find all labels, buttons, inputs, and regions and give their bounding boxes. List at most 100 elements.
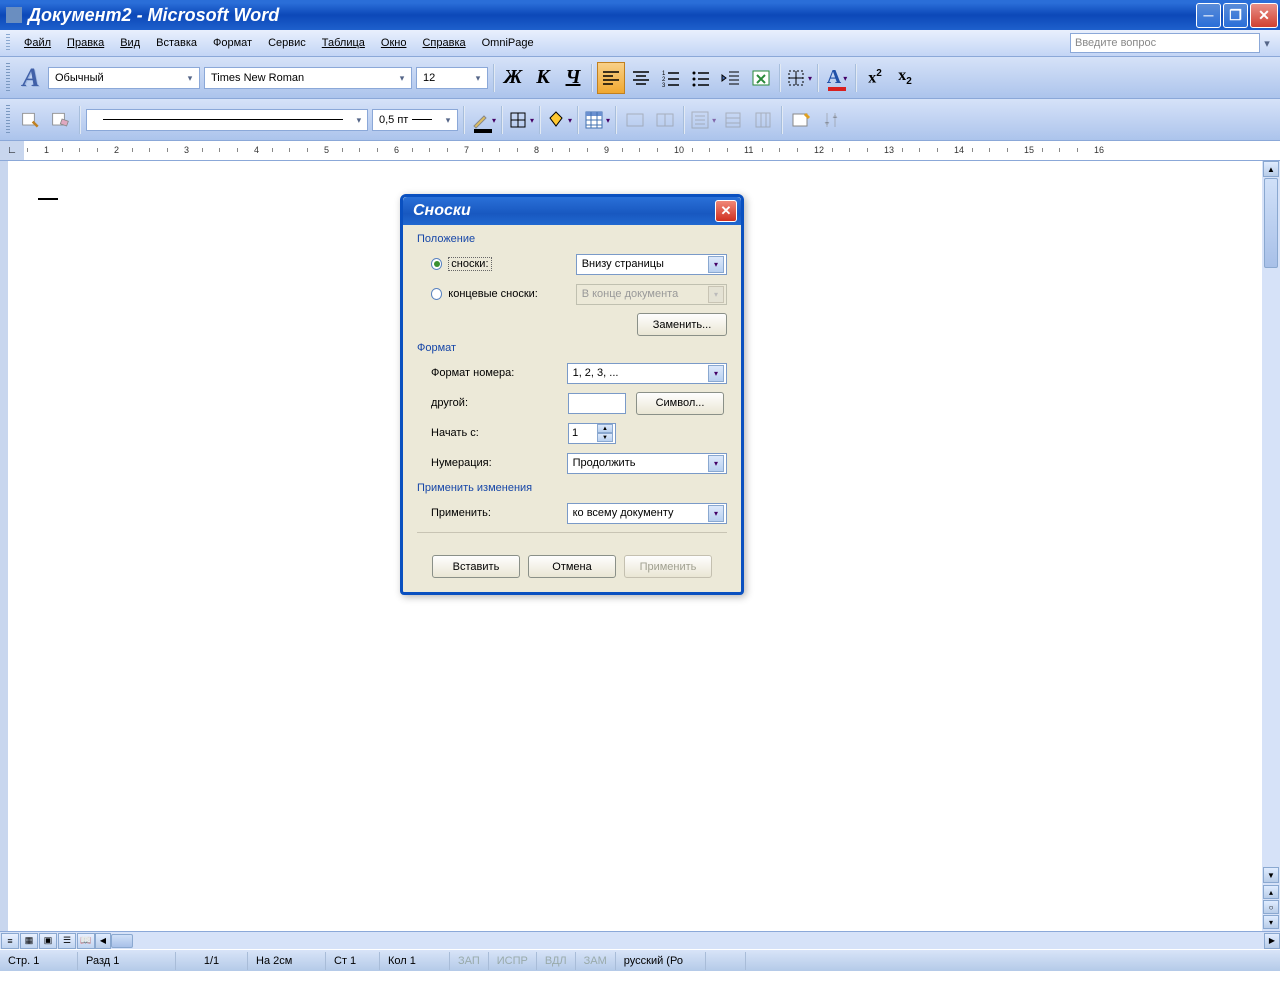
hscroll-right-button[interactable]: ▶ — [1264, 933, 1280, 949]
bullet-list-button[interactable] — [687, 62, 715, 94]
menu-file[interactable]: Файл — [16, 34, 59, 52]
footnotes-dialog: Сноски ✕ Положение сноски: Внизу страниц… — [400, 194, 744, 595]
style-dropdown[interactable]: Обычный — [48, 67, 200, 89]
numbered-list-button[interactable]: 123 — [657, 62, 685, 94]
help-search-dropdown[interactable]: ▾ — [1260, 37, 1274, 50]
status-at: На 2см — [248, 952, 326, 970]
menu-table[interactable]: Таблица — [314, 34, 373, 52]
split-cells-button[interactable] — [651, 104, 679, 136]
status-lang[interactable]: русский (Ро — [616, 952, 706, 970]
menu-view[interactable]: Вид — [112, 34, 148, 52]
close-button[interactable]: ✕ — [1250, 3, 1278, 28]
toolbar-handle[interactable] — [6, 63, 10, 93]
menubar: Файл Правка Вид Вставка Формат Сервис Та… — [0, 30, 1280, 57]
start-at-spinner[interactable]: ▲▼ — [568, 423, 616, 444]
insert-spreadsheet-button[interactable] — [747, 62, 775, 94]
toolbar-handle-2[interactable] — [6, 105, 10, 135]
font-dropdown[interactable]: Times New Roman — [204, 67, 412, 89]
align-center-button[interactable] — [627, 62, 655, 94]
italic-button[interactable]: К — [529, 62, 557, 94]
custom-mark-input[interactable] — [568, 393, 626, 414]
horizontal-ruler[interactable]: 12345678910111213141516 — [24, 141, 1280, 160]
symbol-button[interactable]: Символ... — [636, 392, 724, 415]
scroll-down-button[interactable]: ▼ — [1263, 867, 1279, 883]
status-ovr[interactable]: ЗАМ — [576, 952, 616, 970]
vertical-scrollbar[interactable]: ▲ ▼ ▴ ○ ▾ — [1262, 161, 1280, 931]
distribute-rows-button[interactable] — [719, 104, 747, 136]
menu-omnipage[interactable]: OmniPage — [474, 34, 542, 52]
autoformat-button[interactable] — [787, 104, 815, 136]
menu-format[interactable]: Формат — [205, 34, 260, 52]
insert-button[interactable]: Вставить — [432, 555, 520, 578]
replace-button[interactable]: Заменить... — [637, 313, 727, 336]
numbering-select[interactable]: Продолжить▾ — [567, 453, 727, 474]
status-ext[interactable]: ВДЛ — [537, 952, 576, 970]
status-trk[interactable]: ИСПР — [489, 952, 537, 970]
font-color-button[interactable]: A — [823, 62, 851, 94]
align-left-button[interactable] — [597, 62, 625, 94]
maximize-button[interactable]: ❐ — [1223, 3, 1248, 28]
status-spell-icon[interactable] — [706, 952, 746, 970]
styles-button[interactable]: A — [17, 62, 45, 94]
text-direction-button[interactable] — [817, 104, 845, 136]
merge-cells-button[interactable] — [621, 104, 649, 136]
borders-button[interactable] — [785, 62, 813, 94]
browse-object-button[interactable]: ○ — [1263, 900, 1279, 914]
menubar-handle[interactable] — [6, 34, 10, 52]
apply-to-select[interactable]: ко всему документу▾ — [567, 503, 727, 524]
cancel-button[interactable]: Отмена — [528, 555, 616, 578]
menu-edit[interactable]: Правка — [59, 34, 112, 52]
status-rec[interactable]: ЗАП — [450, 952, 489, 970]
menu-window[interactable]: Окно — [373, 34, 415, 52]
document-area: Сноски ✕ Положение сноски: Внизу страниц… — [0, 161, 1280, 931]
menu-help[interactable]: Справка — [414, 34, 473, 52]
subscript-button[interactable]: x2 — [891, 62, 919, 94]
outline-view-button[interactable]: ☰ — [58, 933, 76, 949]
scroll-thumb[interactable] — [1264, 178, 1278, 268]
shading-button[interactable] — [545, 104, 573, 136]
help-search[interactable]: Введите вопрос — [1070, 33, 1260, 53]
distribute-cols-button[interactable] — [749, 104, 777, 136]
superscript-button[interactable]: x2 — [861, 62, 889, 94]
menu-service[interactable]: Сервис — [260, 34, 314, 52]
spin-down[interactable]: ▼ — [597, 433, 613, 442]
radio-footnotes[interactable] — [431, 258, 442, 270]
reading-view-button[interactable]: 📖 — [77, 933, 95, 949]
line-weight-dropdown[interactable]: 0,5 пт — [372, 109, 458, 131]
number-format-select[interactable]: 1, 2, 3, ...▾ — [567, 363, 727, 384]
apply-button: Применить — [624, 555, 712, 578]
endnote-position-select: В конце документа▾ — [576, 284, 727, 305]
web-view-button[interactable]: ▦ — [20, 933, 38, 949]
next-page-button[interactable]: ▾ — [1263, 915, 1279, 929]
radio-endnotes[interactable] — [431, 288, 442, 300]
border-style-button[interactable] — [507, 104, 535, 136]
radio-endnotes-label[interactable]: концевые сноски: — [448, 288, 538, 300]
normal-view-button[interactable]: ≡ — [1, 933, 19, 949]
spin-up[interactable]: ▲ — [597, 424, 613, 433]
eraser-button[interactable] — [47, 104, 75, 136]
scroll-up-button[interactable]: ▲ — [1263, 161, 1279, 177]
hscroll-thumb[interactable] — [111, 934, 133, 948]
formatting-toolbar: A Обычный Times New Roman 12 Ж К Ч 123 A… — [0, 57, 1280, 99]
dialog-titlebar[interactable]: Сноски ✕ — [403, 197, 741, 225]
draw-table-button[interactable] — [17, 104, 45, 136]
dialog-close-button[interactable]: ✕ — [715, 200, 737, 222]
underline-button[interactable]: Ч — [559, 62, 587, 94]
prev-page-button[interactable]: ▴ — [1263, 885, 1279, 899]
footnote-position-select[interactable]: Внизу страницы▾ — [576, 254, 727, 275]
document-page[interactable]: Сноски ✕ Положение сноски: Внизу страниц… — [8, 161, 1262, 931]
align-cells-button[interactable] — [689, 104, 717, 136]
pen-color-button[interactable] — [469, 104, 497, 136]
menu-insert[interactable]: Вставка — [148, 34, 205, 52]
insert-table-button[interactable] — [583, 104, 611, 136]
bold-button[interactable]: Ж — [499, 62, 527, 94]
hscroll-left-button[interactable]: ◀ — [95, 933, 111, 949]
tab-selector[interactable] — [0, 141, 24, 160]
line-style-dropdown[interactable] — [86, 109, 368, 131]
print-view-button[interactable]: ▣ — [39, 933, 57, 949]
minimize-button[interactable]: ─ — [1196, 3, 1221, 28]
fontsize-dropdown[interactable]: 12 — [416, 67, 488, 89]
decrease-indent-button[interactable] — [717, 62, 745, 94]
start-at-input[interactable] — [569, 427, 597, 439]
radio-footnotes-label[interactable]: сноски: — [448, 257, 491, 271]
